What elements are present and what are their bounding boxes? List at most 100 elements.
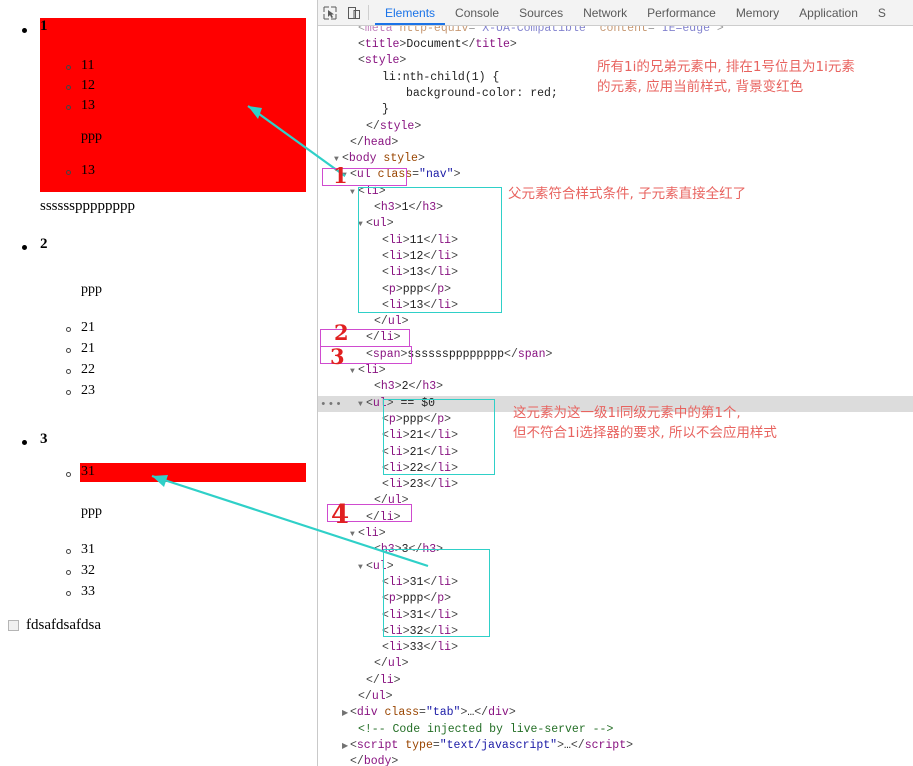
dom-node[interactable]: </body>	[318, 754, 913, 766]
bullet-icon	[66, 105, 71, 110]
disclosure-triangle-icon[interactable]	[374, 478, 382, 494]
disclosure-triangle-icon[interactable]	[374, 103, 382, 119]
disclosure-triangle-icon[interactable]	[366, 657, 374, 673]
disclosure-triangle-icon[interactable]: ▶	[342, 739, 350, 755]
expand-ellipsis[interactable]: •••	[320, 397, 343, 413]
disclosure-triangle-icon[interactable]	[374, 609, 382, 625]
span-text: sssssspppppppp	[40, 198, 136, 214]
checkbox-row[interactable]: fdsafdsafdsa	[8, 617, 101, 634]
marker-4: 4	[331, 500, 350, 530]
tab-performance[interactable]: Performance	[637, 1, 726, 25]
disclosure-triangle-icon[interactable]: ▶	[342, 706, 350, 722]
list-item: 31	[81, 464, 95, 479]
disclosure-triangle-icon[interactable]	[374, 429, 382, 445]
disclosure-triangle-icon[interactable]	[374, 413, 382, 429]
tab-security[interactable]: S	[868, 1, 896, 25]
list-item: 12	[81, 78, 95, 93]
list-item: 33	[81, 584, 95, 599]
bullet-icon	[66, 327, 71, 332]
disclosure-triangle-icon[interactable]	[374, 446, 382, 462]
disclosure-triangle-icon[interactable]	[358, 120, 366, 136]
tab-application[interactable]: Application	[789, 1, 868, 25]
item-1-paragraph: ppp	[81, 129, 102, 144]
disclosure-triangle-icon[interactable]	[350, 690, 358, 706]
dom-node[interactable]: <title>Document</title>	[318, 37, 913, 53]
disclosure-triangle-icon[interactable]: ▼	[350, 364, 358, 380]
dom-tree[interactable]: <meta http-equiv="X-UA-Compatible" conte…	[318, 26, 913, 766]
disclosure-triangle-icon[interactable]	[398, 87, 406, 103]
dom-node[interactable]: ▼ <body style>	[318, 151, 913, 167]
disclosure-triangle-icon[interactable]	[374, 641, 382, 657]
teal-highlight-box-3	[383, 549, 490, 637]
item-3-heading: 3	[40, 431, 48, 447]
disclosure-triangle-icon[interactable]: ▼	[358, 397, 366, 413]
disclosure-triangle-icon[interactable]: ▼	[350, 185, 358, 201]
dom-node[interactable]: ▶ <script type="text/javascript">…</scrip…	[318, 738, 913, 754]
dom-node[interactable]: ▼ <li>	[318, 526, 913, 542]
disclosure-triangle-icon[interactable]	[350, 54, 358, 70]
dom-node[interactable]: <meta http-equiv="X-UA-Compatible" conte…	[318, 26, 913, 37]
tab-elements[interactable]: Elements	[375, 1, 445, 25]
disclosure-triangle-icon[interactable]	[350, 723, 358, 739]
inspect-element-icon[interactable]	[318, 1, 342, 25]
bullet-icon	[66, 549, 71, 554]
item-3-paragraph: ppp	[81, 504, 102, 519]
list-item: 23	[81, 383, 95, 398]
bullet-icon	[66, 591, 71, 596]
dom-node[interactable]: </li>	[318, 673, 913, 689]
teal-highlight-box-2	[383, 399, 495, 475]
disclosure-triangle-icon[interactable]	[374, 71, 382, 87]
bullet-icon	[22, 245, 27, 250]
dom-node[interactable]: ▼ <li>	[318, 363, 913, 379]
dom-node[interactable]: <h3>2</h3>	[318, 379, 913, 395]
bullet-icon	[66, 472, 71, 477]
dom-node[interactable]: </ul>	[318, 689, 913, 705]
list-item: 22	[81, 362, 95, 377]
disclosure-triangle-icon[interactable]: ▼	[350, 527, 358, 543]
annotation-note-2: 父元素符合样式条件, 子元素直接全红了	[508, 186, 747, 202]
bullet-icon	[66, 348, 71, 353]
dom-node[interactable]: }	[318, 102, 913, 118]
marker-2: 2	[334, 320, 349, 345]
checkbox-label: fdsafdsafdsa	[26, 617, 101, 633]
dom-node[interactable]: </style>	[318, 119, 913, 135]
devtools-tabbar: Elements Console Sources Network Perform…	[318, 0, 913, 26]
tab-console[interactable]: Console	[445, 1, 509, 25]
disclosure-triangle-icon[interactable]	[358, 674, 366, 690]
dom-node[interactable]: </ul>	[318, 314, 913, 330]
dom-node[interactable]: <li>23</li>	[318, 477, 913, 493]
annotation-note-3: 这元素为这一级1i同级元素中的第1个, 但不符合1i选择器的要求, 所以不会应用…	[513, 405, 777, 441]
tab-memory[interactable]: Memory	[726, 1, 789, 25]
disclosure-triangle-icon[interactable]	[342, 136, 350, 152]
tab-sources[interactable]: Sources	[509, 1, 573, 25]
checkbox-input[interactable]	[8, 620, 19, 631]
disclosure-triangle-icon[interactable]	[374, 462, 382, 478]
dom-node[interactable]: ▼ <ul class="nav">	[318, 167, 913, 183]
item-3-red-block: 31	[80, 463, 306, 482]
disclosure-triangle-icon[interactable]	[342, 755, 350, 766]
disclosure-triangle-icon[interactable]	[350, 38, 358, 54]
dom-node[interactable]: </ul>	[318, 656, 913, 672]
disclosure-triangle-icon[interactable]	[374, 625, 382, 641]
dom-node[interactable]: ▶ <div class="tab">…</div>	[318, 705, 913, 721]
device-toolbar-icon[interactable]	[342, 1, 366, 25]
item-2-heading: 2	[40, 236, 48, 252]
bullet-icon	[22, 28, 27, 33]
bullet-icon	[66, 170, 71, 175]
toolbar-divider	[368, 5, 369, 20]
teal-highlight-box-1	[358, 187, 502, 313]
rendered-page-pane: 1 11 12 13 ppp 13 sssssspppppppp 2 ppp 2…	[0, 0, 316, 766]
list-item: 13	[81, 163, 95, 178]
list-item: 32	[81, 563, 95, 578]
dom-node[interactable]: </head>	[318, 135, 913, 151]
disclosure-triangle-icon[interactable]	[374, 576, 382, 592]
dom-node[interactable]: <li>33</li>	[318, 640, 913, 656]
disclosure-triangle-icon[interactable]	[366, 380, 374, 396]
disclosure-triangle-icon[interactable]: ▼	[358, 560, 366, 576]
dom-node[interactable]: <!-- Code injected by live-server -->	[318, 722, 913, 738]
list-item: 11	[81, 58, 95, 73]
disclosure-triangle-icon[interactable]	[366, 543, 374, 559]
bullet-icon	[22, 440, 27, 445]
disclosure-triangle-icon[interactable]	[374, 592, 382, 608]
tab-network[interactable]: Network	[573, 1, 637, 25]
